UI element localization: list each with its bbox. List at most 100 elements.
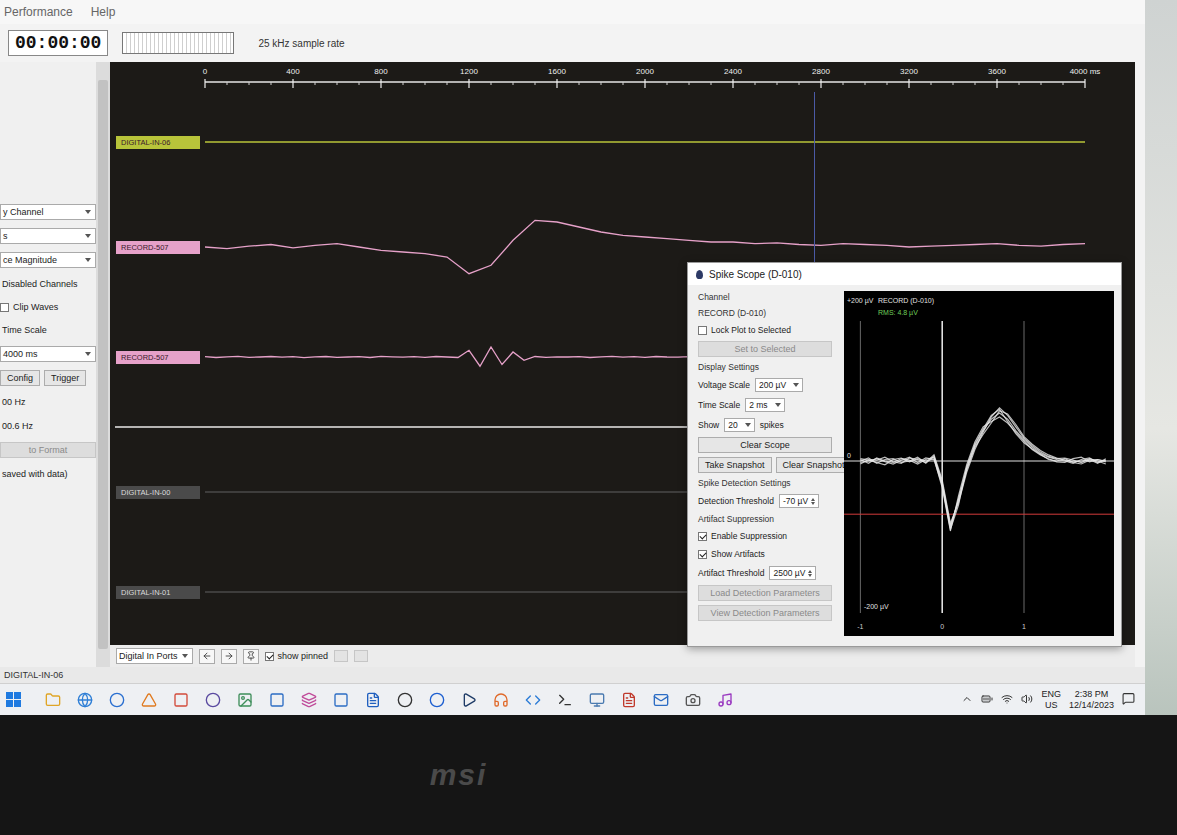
load-parameters-button[interactable]: Load Detection Parameters — [698, 585, 832, 601]
terminal-icon[interactable] — [555, 690, 575, 710]
menu-item[interactable]: Help — [89, 3, 118, 21]
show-pinned-checkbox[interactable]: show pinned — [265, 649, 329, 663]
take-snapshot-button[interactable]: Take Snapshot — [698, 457, 772, 473]
voltage-scale: Voltage Scale200 µV — [698, 377, 832, 393]
dropdown-arrow-icon — [745, 423, 751, 427]
scroll-right-icon[interactable] — [221, 649, 237, 664]
svg-text:+200 µV: +200 µV — [847, 297, 874, 305]
left-button[interactable]: Trigger — [44, 370, 86, 386]
clear-scope-button[interactable]: Clear Scope — [698, 437, 832, 453]
folder-icon[interactable] — [43, 690, 63, 710]
left-dropdown[interactable]: y Channel — [0, 204, 96, 220]
checkbox-box[interactable] — [698, 550, 707, 559]
channel-label-cell: RECORD-507 — [110, 241, 205, 254]
small-button[interactable] — [334, 650, 348, 662]
left-dropdown[interactable]: s — [0, 228, 96, 244]
dropdown-arrow-icon — [775, 403, 781, 407]
globe-icon[interactable] — [75, 690, 95, 710]
language-indicator[interactable]: ENGUS — [1041, 689, 1061, 711]
checkbox-box[interactable] — [698, 326, 707, 335]
snapshot-buttons: Take SnapshotClear Snapshot — [698, 457, 832, 473]
headphones-icon[interactable] — [491, 690, 511, 710]
set-to-selected-button[interactable]: Set to Selected — [698, 341, 832, 357]
channel-label[interactable]: DIGITAL-IN-00 — [116, 486, 200, 499]
checkbox-box[interactable] — [0, 303, 9, 312]
view-parameters-button[interactable]: View Detection Parameters — [698, 605, 832, 621]
spike-scope-title-bar[interactable]: Spike Scope (D-010) — [688, 263, 1121, 285]
section-heading: Channel — [698, 291, 832, 303]
music-icon[interactable] — [715, 690, 735, 710]
channel-name: RECORD (D-010) — [698, 307, 832, 319]
checkbox-box[interactable] — [265, 652, 274, 661]
wifi-icon[interactable] — [1001, 691, 1013, 709]
left-scrollbar[interactable] — [96, 62, 110, 667]
checkbox-box[interactable] — [698, 532, 707, 541]
svg-text:1: 1 — [1022, 623, 1026, 630]
pdf-icon[interactable] — [619, 690, 639, 710]
left-label: saved with data) — [0, 466, 96, 482]
app-icon[interactable] — [331, 690, 351, 710]
layers-icon[interactable] — [299, 690, 319, 710]
channel-row[interactable]: DIGITAL-IN-06 — [110, 92, 1135, 192]
app-icon[interactable] — [427, 690, 447, 710]
left-dropdown[interactable]: ce Magnitude — [0, 252, 96, 268]
photo-frame: PerformanceHelp00:00:0025 kHz sample rat… — [0, 0, 1177, 835]
taskbar-apps — [6, 690, 735, 710]
app-icon[interactable] — [171, 690, 191, 710]
channel-label[interactable]: RECORD-507 — [116, 351, 200, 364]
app-icon — [696, 270, 703, 279]
menu-item[interactable]: Performance — [2, 3, 75, 21]
monitor-icon[interactable] — [587, 690, 607, 710]
left-label: Time Scale — [0, 322, 96, 338]
left-button[interactable]: Config — [0, 370, 40, 386]
enable-suppression-checkbox[interactable]: Enable Suppression — [698, 529, 832, 543]
show-artifacts-checkbox[interactable]: Show Artifacts — [698, 547, 832, 561]
battery-icon[interactable] — [981, 691, 993, 709]
clear-snapshot-button[interactable]: Clear Snapshot — [776, 457, 852, 473]
time-scale-field[interactable]: 2 ms — [745, 398, 784, 412]
spike-scope-window[interactable]: Spike Scope (D-010) Channel RECORD (D-010)… — [687, 262, 1122, 647]
app-icon[interactable] — [203, 690, 223, 710]
app-icon[interactable] — [107, 690, 127, 710]
left-checkbox[interactable]: Clip Waves — [0, 300, 96, 314]
svg-text:0: 0 — [203, 67, 208, 76]
channel-label[interactable]: DIGITAL-IN-01 — [116, 586, 200, 599]
app-icon[interactable] — [395, 690, 415, 710]
tray-chevron-icon[interactable] — [961, 691, 973, 709]
taskbar: ENGUS 2:38 PM12/14/2023 — [0, 683, 1145, 715]
play-icon[interactable] — [459, 690, 479, 710]
screen: PerformanceHelp00:00:0025 kHz sample rat… — [0, 0, 1145, 715]
lock-plot-checkbox[interactable]: Lock Plot to Selected — [698, 323, 832, 337]
camera-icon[interactable] — [683, 690, 703, 710]
channel-trace — [205, 92, 1085, 192]
port-select[interactable]: Digital In Ports — [116, 648, 193, 664]
pin-icon[interactable] — [243, 649, 259, 664]
laptop-logo: msi — [418, 754, 500, 796]
channel-label-cell: DIGITAL-IN-00 — [110, 486, 205, 499]
spike-scope-plot: -101+200 µVRECORD (D-010)RMS: 4.8 µV0-20… — [844, 291, 1114, 636]
volume-icon[interactable] — [1021, 691, 1033, 709]
code-editor-icon[interactable] — [523, 690, 543, 710]
left-dropdown[interactable]: 4000 ms — [0, 346, 96, 362]
voltage-scale-field[interactable]: 200 µV — [755, 378, 803, 392]
clock[interactable]: 2:38 PM12/14/2023 — [1069, 689, 1114, 711]
document-icon[interactable] — [363, 690, 383, 710]
left-label: 00.6 Hz — [0, 418, 96, 434]
app-icon[interactable] — [267, 690, 287, 710]
artifact-threshold-field[interactable]: 2500 µV — [769, 566, 816, 580]
section-heading: Spike Detection Settings — [698, 477, 832, 489]
scroll-left-icon[interactable] — [199, 649, 215, 664]
channel-label[interactable]: DIGITAL-IN-06 — [116, 136, 200, 149]
detection-threshold-field[interactable]: -70 µV — [779, 494, 819, 508]
image-icon[interactable] — [235, 690, 255, 710]
scrollbar-thumb[interactable] — [98, 80, 108, 649]
left-button[interactable]: to Format — [0, 442, 96, 458]
windows-start-icon[interactable] — [6, 692, 21, 707]
svg-text:400: 400 — [286, 67, 300, 76]
matlab-icon[interactable] — [139, 690, 159, 710]
channel-label[interactable]: RECORD-507 — [116, 241, 200, 254]
small-button[interactable] — [354, 650, 368, 662]
show-spikes-field[interactable]: 20 — [724, 418, 754, 432]
notifications-icon[interactable] — [1122, 691, 1135, 709]
mail-icon[interactable] — [651, 690, 671, 710]
